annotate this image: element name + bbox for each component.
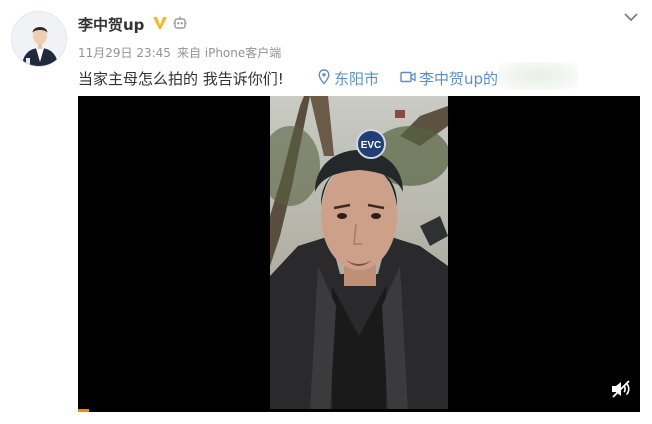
post-timestamp[interactable]: 11月29日 23:45	[78, 46, 171, 60]
avatar[interactable]	[11, 11, 67, 67]
robot-icon	[173, 16, 187, 29]
video-frame: EVC	[270, 96, 448, 412]
user-avatar-icon	[12, 12, 66, 66]
blurred-region	[498, 62, 578, 90]
post-source: 来自 iPhone客户端	[176, 46, 282, 60]
svg-text:EVC: EVC	[361, 140, 382, 151]
weibo-post: 李中贺up 11月29日 23:45 来自 iPhone客户端 当家主母怎么拍的 …	[0, 0, 652, 424]
post-text: 当家主母怎么拍的 我告诉你们!	[78, 70, 284, 88]
sound-muted-icon[interactable]	[610, 379, 632, 399]
vip-verified-icon	[153, 17, 167, 29]
video-player[interactable]: EVC	[78, 96, 640, 412]
video-source-link[interactable]: 李中贺up的	[419, 68, 498, 89]
location-pin-icon	[318, 69, 330, 85]
video-progress-fill	[78, 409, 90, 412]
post-meta: 11月29日 23:45 来自 iPhone客户端	[78, 44, 287, 61]
author-name[interactable]: 李中贺up	[78, 14, 144, 35]
video-icon	[400, 71, 416, 83]
location-link[interactable]: 东阳市	[334, 68, 379, 89]
video-progress-track[interactable]	[78, 409, 640, 412]
chevron-down-icon[interactable]	[622, 10, 640, 24]
